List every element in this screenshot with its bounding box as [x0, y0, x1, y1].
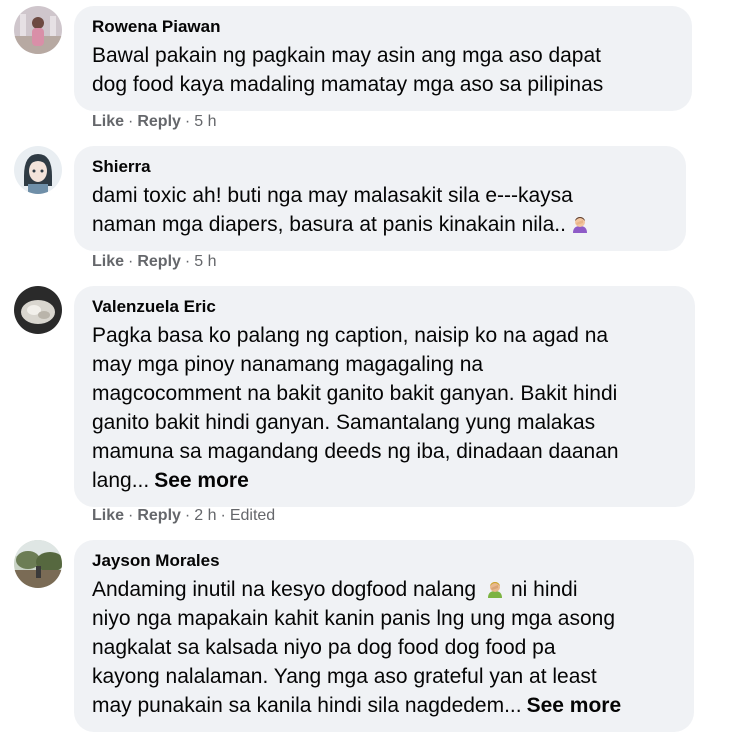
- see-more-link[interactable]: See more: [154, 469, 249, 492]
- comment-bubble: Jayson Morales Andaming inutil na kesyo …: [74, 540, 694, 732]
- comment-line: lang... See more: [92, 466, 675, 495]
- comment-author[interactable]: Jayson Morales: [92, 550, 674, 572]
- comment-line-tail: ni hindi: [505, 578, 578, 601]
- comment-line-text: may punakain sa kanila hindi sila nagded…: [92, 694, 522, 717]
- comment: Jayson Morales Andaming inutil na kesyo …: [14, 540, 704, 732]
- comment-actions: Like · Reply · 5 h: [92, 112, 217, 132]
- comment: Shierra dami toxic ah! buti nga may mala…: [14, 146, 704, 286]
- comment-line: may punakain sa kanila hindi sila nagded…: [92, 691, 674, 720]
- separator-dot: ·: [128, 113, 134, 130]
- comment-line: kayong nalalaman. Yang mga aso grateful …: [92, 665, 597, 688]
- separator-dot: ·: [220, 507, 226, 524]
- comment-line: Pagka basa ko palang ng caption, naisip …: [92, 324, 609, 347]
- comment-text: dami toxic ah! buti nga may malasakit si…: [92, 181, 666, 239]
- comment-timestamp[interactable]: 5 h: [194, 113, 216, 130]
- comment-actions: Like · Reply · 2 h · Edited: [92, 506, 275, 526]
- comment-line: mamuna sa magandang deeds ng iba, dinada…: [92, 440, 619, 463]
- comment-author[interactable]: Shierra: [92, 156, 666, 178]
- reply-button[interactable]: Reply: [137, 507, 181, 524]
- comment-actions: Like · Reply · 5 h: [92, 252, 217, 272]
- comment-author[interactable]: Valenzuela Eric: [92, 296, 675, 318]
- avatar[interactable]: [14, 540, 62, 588]
- comment: Rowena Piawan Bawal pakain ng pagkain ma…: [14, 6, 704, 146]
- separator-dot: ·: [128, 253, 134, 270]
- edited-label[interactable]: Edited: [230, 507, 275, 524]
- avatar[interactable]: [14, 6, 62, 54]
- comment-line: dog food kaya madaling mamatay mga aso s…: [92, 73, 604, 96]
- comment-bubble: Shierra dami toxic ah! buti nga may mala…: [74, 146, 686, 251]
- reply-button[interactable]: Reply: [137, 113, 181, 130]
- comment-line: may mga pinoy nanamang magagaling na: [92, 353, 484, 376]
- avatar[interactable]: [14, 286, 62, 334]
- comment-timestamp[interactable]: 2 h: [194, 507, 216, 524]
- comment-text: Bawal pakain ng pagkain may asin ang mga…: [92, 41, 672, 99]
- comment: Valenzuela Eric Pagka basa ko palang ng …: [14, 286, 704, 540]
- separator-dot: ·: [184, 507, 191, 524]
- comment-bubble: Rowena Piawan Bawal pakain ng pagkain ma…: [74, 6, 692, 111]
- comment-line: magcocomment na bakit ganito bakit ganya…: [92, 382, 618, 405]
- see-more-link[interactable]: See more: [527, 694, 622, 717]
- comment-line: niyo nga mapakain kahit kanin panis lng …: [92, 607, 616, 630]
- like-button[interactable]: Like: [92, 507, 124, 524]
- comment-line-text: naman mga diapers, basura at panis kinak…: [92, 213, 566, 236]
- separator-dot: ·: [184, 113, 191, 130]
- comment-line-text: Andaming inutil na kesyo dogfood nalang: [92, 578, 477, 601]
- comment-line-text: lang...: [92, 469, 150, 492]
- comment-text: Pagka basa ko palang ng caption, naisip …: [92, 321, 675, 495]
- comment-author[interactable]: Rowena Piawan: [92, 16, 672, 38]
- comment-line: ganito bakit hindi ganyan. Samantalang y…: [92, 411, 596, 434]
- separator-dot: ·: [184, 253, 191, 270]
- comment-line: nagkalat sa kalsada niyo pa dog food dog…: [92, 636, 556, 659]
- avatar[interactable]: [14, 146, 62, 194]
- comment-line: Bawal pakain ng pagkain may asin ang mga…: [92, 44, 602, 67]
- comment-line: Andaming inutil na kesyo dogfood nalang …: [92, 575, 674, 604]
- like-button[interactable]: Like: [92, 253, 124, 270]
- comment-timestamp[interactable]: 5 h: [194, 253, 216, 270]
- person-facepalming-icon: [485, 578, 505, 598]
- reply-button[interactable]: Reply: [137, 253, 181, 270]
- like-button[interactable]: Like: [92, 113, 124, 130]
- person-facepalming-icon: [570, 213, 590, 233]
- comment-text: Andaming inutil na kesyo dogfood nalang …: [92, 575, 674, 720]
- comment-bubble: Valenzuela Eric Pagka basa ko palang ng …: [74, 286, 695, 507]
- separator-dot: ·: [128, 507, 134, 524]
- comment-line: naman mga diapers, basura at panis kinak…: [92, 210, 666, 239]
- comment-line: dami toxic ah! buti nga may malasakit si…: [92, 184, 573, 207]
